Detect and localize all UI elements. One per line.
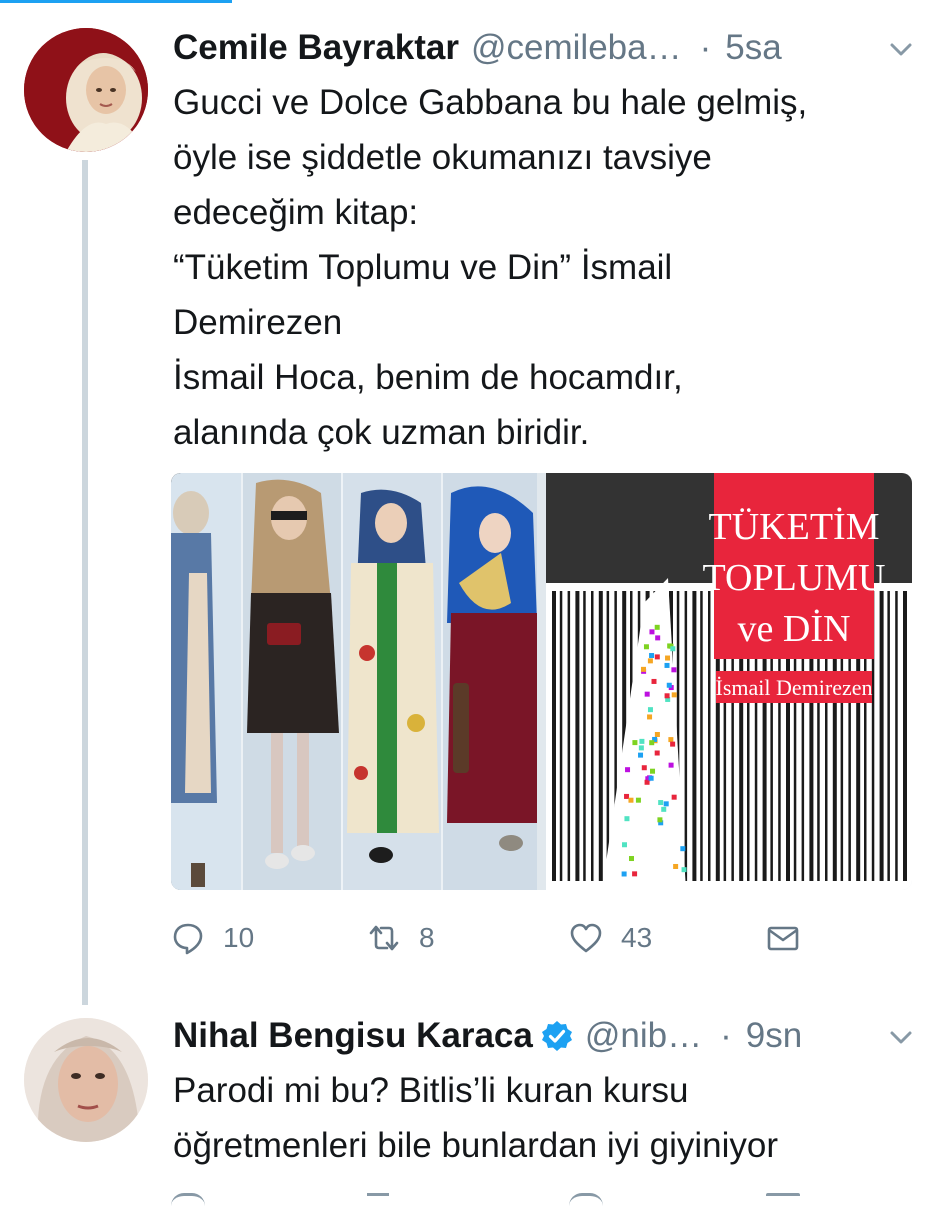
thread-line [82,160,88,1005]
tweet-text-line: Parodi mi bu? Bitlis’li kuran kursu [173,1071,689,1110]
tweet-text: Parodi mi bu? Bitlis’li kuran kursu öğre… [173,1063,918,1173]
tweet-actions: 10 8 43 [171,915,831,961]
tweet-media[interactable]: TÜKETİM TOPLUMU ve DİN İsmail Demirezen [171,473,912,890]
tweet-text-line: edeceğim kitap: [173,193,419,232]
reply-button[interactable]: 10 [171,915,254,961]
direct-message-button[interactable] [766,915,800,961]
separator-dot: · [720,1016,732,1055]
tweet-text-line: öyle ise şiddetle okumanızı tavsiye [173,138,712,177]
tweet-text-line: alanında çok uzman biridir. [173,413,590,452]
book-author: İsmail Demirezen [716,675,873,700]
chevron-down-icon[interactable] [888,1024,914,1050]
heart-icon [570,923,602,953]
book-title-line: ve DİN [738,608,851,650]
tweet-header: Nihal Bengisu Karaca @nib… · 9sn [173,1014,928,1058]
tweet[interactable]: Nihal Bengisu Karaca @nib… · 9sn Parodi … [0,1005,928,1200]
tweet-text-line: “Tüketim Toplumu ve Din” İsmail [173,248,673,287]
reply-count: 10 [223,922,255,953]
author-handle[interactable]: @nib… [585,1016,702,1056]
like-button[interactable]: 43 [569,915,652,961]
tweet-text-line: İsmail Hoca, benim de hocamdır, [173,358,683,397]
tweet-actions [171,1193,831,1213]
envelope-icon [767,926,799,951]
tweet-text-line: öğretmenleri bile bunlardan iyi giyiniyo… [173,1126,779,1165]
chevron-down-icon[interactable] [888,36,914,62]
like-count: 43 [621,922,653,953]
author-handle[interactable]: @cemileba… [471,28,682,68]
fashion-photo[interactable] [171,473,537,890]
author-name[interactable]: Cemile Bayraktar [173,28,459,68]
tweet-header: Cemile Bayraktar @cemileba… · 5sa [173,26,928,70]
reply-icon [173,923,203,955]
author-name[interactable]: Nihal Bengisu Karaca [173,1016,533,1056]
tweet-time[interactable]: 5sa [725,28,781,68]
retweet-count: 8 [419,922,435,953]
verified-badge-icon [541,1021,572,1051]
tweet-text-line: Gucci ve Dolce Gabbana bu hale gelmiş, [173,83,808,122]
retweet-icon [369,925,399,951]
tweet-text-line: Demirezen [173,303,343,342]
tweet-time[interactable]: 9sn [746,1016,802,1056]
avatar[interactable] [24,1018,148,1142]
retweet-button[interactable]: 8 [367,915,435,961]
book-cover-image[interactable]: TÜKETİM TOPLUMU ve DİN İsmail Demirezen [546,473,912,890]
separator-dot: · [699,28,712,67]
book-title-line: TÜKETİM [709,506,880,548]
tweet[interactable]: Cemile Bayraktar @cemileba… · 5sa Gucci … [0,0,928,1005]
avatar[interactable] [24,28,148,152]
tweet-text: Gucci ve Dolce Gabbana bu hale gelmiş, ö… [173,75,918,460]
book-title-line: TOPLUMU [703,557,886,599]
